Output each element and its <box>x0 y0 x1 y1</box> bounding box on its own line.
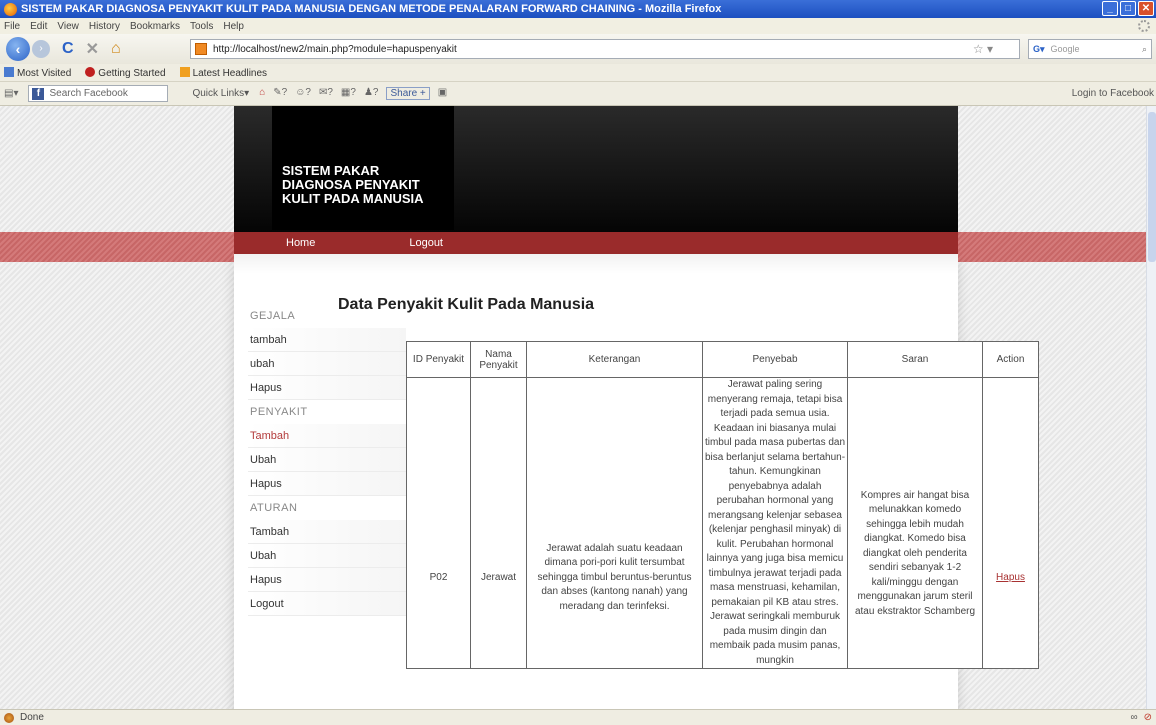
menu-bookmarks[interactable]: Bookmarks <box>130 21 180 32</box>
cell-keterangan: Jerawat adalah suatu keadaan dimana pori… <box>526 377 703 669</box>
bookmark-latest-headlines[interactable]: Latest Headlines <box>179 66 267 79</box>
search-box[interactable]: G▾ Google ⌕ <box>1028 39 1152 59</box>
minimize-button[interactable]: _ <box>1102 1 1118 16</box>
activity-throbber-icon <box>1138 20 1150 32</box>
fb-photo-icon[interactable]: ▣ <box>438 87 447 100</box>
menu-file[interactable]: File <box>4 21 20 32</box>
close-button[interactable]: ✕ <box>1138 1 1154 16</box>
cell-action: Hapus <box>982 377 1039 669</box>
fb-menu-icon[interactable]: ▤▾ <box>4 88 18 99</box>
addon-block-icon[interactable]: ⊘ <box>1144 712 1152 723</box>
table-header-row: ID Penyakit Nama Penyakit Keterangan Pen… <box>406 341 1039 378</box>
bookmarks-toolbar: Most Visited Getting Started Latest Head… <box>0 64 1156 82</box>
sidebar-gejala-hapus[interactable]: Hapus <box>248 376 406 400</box>
menu-history[interactable]: History <box>89 21 120 32</box>
facebook-toolbar: ▤▾ f Search Facebook Quick Links▾ ⌂ ✎? ☺… <box>0 82 1156 106</box>
sidebar-penyakit-hapus[interactable]: Hapus <box>248 472 406 496</box>
back-arrow-icon[interactable]: ‹ <box>6 37 30 61</box>
google-icon[interactable]: G▾ <box>1033 44 1045 55</box>
status-icon <box>4 712 14 723</box>
menu-bar: File Edit View History Bookmarks Tools H… <box>0 18 1156 34</box>
search-icon[interactable]: ⌕ <box>1142 44 1147 55</box>
fb-friends-icon[interactable]: ☺? <box>295 87 311 100</box>
fb-events-icon[interactable]: ▦? <box>341 87 356 100</box>
forward-arrow-icon[interactable]: › <box>32 40 50 58</box>
home-icon[interactable]: ⌂ <box>111 40 121 58</box>
col-saran: Saran <box>847 341 983 378</box>
addon-icon[interactable]: ∞ <box>1130 712 1137 723</box>
col-id-penyakit: ID Penyakit <box>406 341 471 378</box>
reload-icon[interactable]: C <box>62 40 74 58</box>
most-visited-icon <box>4 66 14 77</box>
status-text: Done <box>20 712 44 723</box>
status-icons: ∞ ⊘ <box>1130 712 1152 723</box>
menu-tools[interactable]: Tools <box>190 21 213 32</box>
fb-poke-icon[interactable]: ✎? <box>273 87 287 100</box>
sidebar-logout[interactable]: Logout <box>248 592 406 616</box>
stop-icon[interactable]: ✕ <box>86 39 99 59</box>
hapus-link[interactable]: Hapus <box>996 572 1025 583</box>
window-controls: _ □ ✕ <box>1102 1 1154 16</box>
site-nav: Home Logout <box>234 232 958 254</box>
sidebar-aturan-tambah[interactable]: Tambah <box>248 520 406 544</box>
address-bar[interactable]: http://localhost/new2/main.php?module=ha… <box>190 39 1020 59</box>
firefox-icon <box>4 2 17 16</box>
site-logo: SISTEM PAKAR DIAGNOSA PENYAKIT KULIT PAD… <box>272 106 454 230</box>
col-keterangan: Keterangan <box>526 341 703 378</box>
col-penyebab: Penyebab <box>702 341 848 378</box>
address-url: http://localhost/new2/main.php?module=ha… <box>213 43 457 55</box>
sidebar-aturan-ubah[interactable]: Ubah <box>248 544 406 568</box>
sidebar: GEJALA tambah ubah Hapus PENYAKIT Tambah… <box>248 304 406 616</box>
vertical-scrollbar[interactable] <box>1146 106 1156 709</box>
bookmark-getting-started[interactable]: Getting Started <box>85 66 166 79</box>
bookmark-most-visited[interactable]: Most Visited <box>4 66 71 79</box>
fb-share-button[interactable]: Share + <box>386 87 430 100</box>
menu-edit[interactable]: Edit <box>30 21 47 32</box>
sidebar-gejala-tambah[interactable]: tambah <box>248 328 406 352</box>
page-title: Data Penyakit Kulit Pada Manusia <box>338 296 595 313</box>
bookmark-star-icon[interactable]: ☆ ▾ <box>973 42 993 56</box>
fb-inbox-icon[interactable]: ✉? <box>319 87 333 100</box>
sidebar-penyakit-ubah[interactable]: Ubah <box>248 448 406 472</box>
facebook-search-input[interactable]: f Search Facebook <box>28 85 169 102</box>
sidebar-gejala-ubah[interactable]: ubah <box>248 352 406 376</box>
quick-links-menu[interactable]: Quick Links▾ <box>192 88 249 99</box>
search-placeholder: Google <box>1050 44 1080 54</box>
facebook-login-link[interactable]: Login to Facebook <box>1072 88 1154 99</box>
cell-id: P02 <box>406 377 471 669</box>
fb-groups-icon[interactable]: ♟? <box>364 87 379 100</box>
window-title: SISTEM PAKAR DIAGNOSA PENYAKIT KULIT PAD… <box>21 3 722 15</box>
facebook-icon: f <box>32 87 45 100</box>
maximize-button[interactable]: □ <box>1120 1 1136 16</box>
sidebar-penyakit-tambah[interactable]: Tambah <box>248 424 406 448</box>
penyakit-table: ID Penyakit Nama Penyakit Keterangan Pen… <box>406 341 1039 669</box>
menu-view[interactable]: View <box>57 21 79 32</box>
cell-nama: Jerawat <box>470 377 527 669</box>
nav-logout-link[interactable]: Logout <box>409 237 443 249</box>
fb-home-icon[interactable]: ⌂ <box>259 87 265 100</box>
status-bar: Done ∞ ⊘ <box>0 709 1156 725</box>
scrollbar-thumb[interactable] <box>1148 112 1156 262</box>
col-nama-penyakit: Nama Penyakit <box>470 341 527 378</box>
sidebar-section-aturan: ATURAN <box>250 502 298 514</box>
col-action: Action <box>982 341 1039 378</box>
site-header: SISTEM PAKAR DIAGNOSA PENYAKIT KULIT PAD… <box>234 106 958 232</box>
window-titlebar: SISTEM PAKAR DIAGNOSA PENYAKIT KULIT PAD… <box>0 0 1156 18</box>
sidebar-aturan-hapus[interactable]: Hapus <box>248 568 406 592</box>
table-row: P02 Jerawat Jerawat adalah suatu keadaan… <box>406 377 1039 669</box>
menu-help[interactable]: Help <box>223 21 244 32</box>
cell-penyebab: Jerawat paling sering menyerang remaja, … <box>702 377 848 669</box>
content-fade <box>234 254 958 274</box>
rss-icon <box>179 66 190 77</box>
sidebar-section-penyakit: PENYAKIT <box>250 406 308 418</box>
navigation-toolbar: ‹ › C ✕ ⌂ http://localhost/new2/main.php… <box>0 34 1156 64</box>
cell-saran: Kompres air hangat bisa melunakkan komed… <box>847 377 983 669</box>
nav-home-link[interactable]: Home <box>286 237 315 249</box>
site-favicon-icon <box>195 43 207 55</box>
getting-started-icon <box>85 66 96 77</box>
facebook-tools: ⌂ ✎? ☺? ✉? ▦? ♟? Share + ▣ <box>259 87 447 100</box>
